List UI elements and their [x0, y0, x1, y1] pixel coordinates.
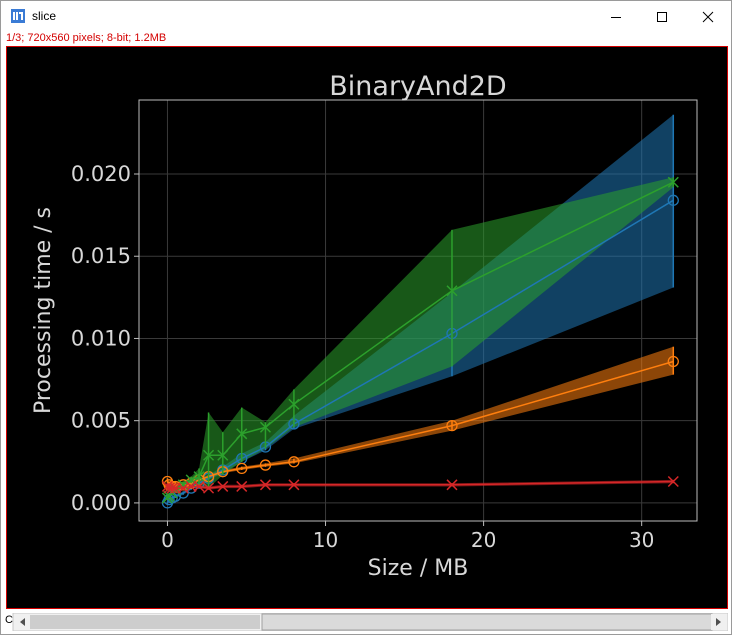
- title-bar[interactable]: slice: [1, 1, 731, 32]
- scroll-thumb[interactable]: [261, 613, 713, 631]
- imagej-app-icon: [11, 9, 25, 23]
- y-tick-label: 0.005: [71, 409, 131, 433]
- x-tick-label: 10: [313, 528, 338, 552]
- close-icon: [702, 11, 714, 22]
- y-tick-label: 0.000: [71, 491, 131, 515]
- x-tick-label: 0: [161, 528, 174, 552]
- image-canvas[interactable]: 0 10 20 30 0.000 0.005 0.010 0.015 0.020 BinaryAn…: [6, 46, 728, 609]
- close-button[interactable]: [685, 1, 731, 32]
- scroll-left-arrow[interactable]: [14, 614, 30, 630]
- window-title: slice: [32, 9, 57, 23]
- y-tick-label: 0.015: [71, 244, 131, 268]
- x-tick-label: 30: [629, 528, 654, 552]
- maximize-icon: [657, 11, 667, 22]
- image-info-subtitle: 1/3; 720x560 pixels; 8-bit; 1.2MB: [6, 32, 167, 44]
- x-tick-label: 20: [471, 528, 496, 552]
- minimize-icon: [611, 16, 621, 18]
- image-window: slice 1/3; 720x560 pixels; 8-bit; 1.2MB …: [0, 0, 732, 635]
- horizontal-scrollbar[interactable]: [6, 613, 728, 631]
- y-tick-label: 0.010: [71, 326, 131, 350]
- scroll-right-arrow[interactable]: [711, 614, 727, 630]
- x-axis-label: Size / MB: [368, 556, 469, 581]
- benchmark-chart: 0 10 20 30 0.000 0.005 0.010 0.015 0.020 BinaryAn…: [7, 47, 727, 608]
- chart-title: BinaryAnd2D: [329, 71, 506, 102]
- y-tick-label: 0.020: [71, 162, 131, 186]
- y-axis-label: Processing time / s: [31, 207, 56, 414]
- minimize-button[interactable]: [593, 1, 639, 32]
- maximize-button[interactable]: [639, 1, 685, 32]
- scroll-track-filled[interactable]: [30, 615, 260, 629]
